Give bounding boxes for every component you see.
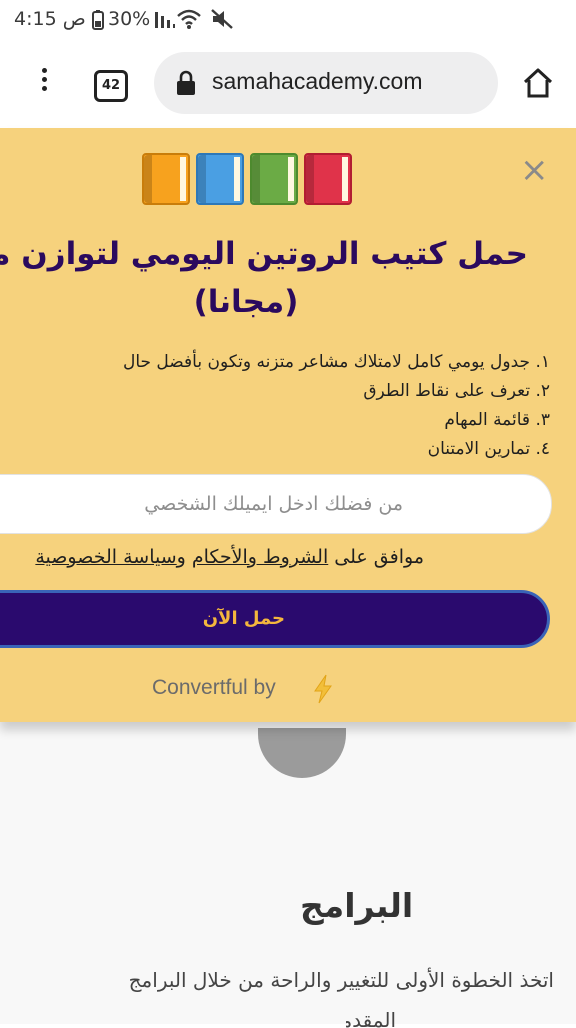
popup-title: حمل كتيب الروتين اليومي لتوازن مشاعرك (0, 236, 528, 272)
powered-by-text[interactable]: Convertful by (152, 676, 276, 700)
home-icon[interactable] (522, 67, 554, 99)
bolt-icon (314, 674, 332, 704)
scroll-button[interactable] (258, 728, 346, 778)
consent-prefix: موافق على (328, 546, 424, 568)
section-paragraph-continued: المقدمة (346, 1008, 396, 1028)
download-button[interactable]: حمل الآن (0, 590, 550, 648)
list-item: ٢. تعرف على نقاط الطرق (363, 381, 550, 401)
privacy-link[interactable]: سياسة الخصوصية (35, 546, 176, 568)
section-heading: البرامج (300, 886, 414, 925)
email-field (0, 474, 552, 534)
list-item: ٣. قائمة المهام (444, 410, 550, 430)
popup-title-free: (مجانا) (193, 284, 299, 320)
mute-icon (211, 9, 233, 29)
green-book (250, 153, 298, 205)
tab-switcher-button[interactable]: 42 (94, 70, 128, 102)
address-bar[interactable]: samahacademy.com (154, 52, 498, 114)
battery-icon (92, 10, 104, 30)
list-item: ١. جدول يومي كامل لامتلاك مشاعر متزنه وت… (122, 352, 550, 372)
consent-text: موافق على الشروط والأحكام وسياسة الخصوصي… (35, 546, 424, 568)
battery-percent: 30% (108, 8, 151, 30)
browser-toolbar: 42 samahacademy.com (0, 38, 576, 129)
blue-book (196, 153, 244, 205)
wifi-icon (177, 9, 201, 29)
list-item: ٤. تمارين الامتنان (427, 439, 550, 459)
signal-icon (155, 12, 175, 28)
section-paragraph: اتخذ الخطوة الأولى للتغيير والراحة من خل… (128, 968, 554, 992)
close-icon[interactable]: × (520, 153, 549, 187)
lock-icon (177, 70, 195, 95)
consent-and: و (176, 546, 192, 568)
status-time: ص 4:15 (14, 8, 86, 30)
menu-dots-icon[interactable] (32, 64, 56, 100)
status-bar: ص 4:15 30% (0, 0, 576, 38)
lead-popup: × حمل كتيب الروتين اليومي لتوازن مشاعرك … (0, 128, 576, 722)
red-book (304, 153, 352, 205)
benefits-list: ١. جدول يومي كامل لامتلاك مشاعر متزنه وت… (30, 348, 550, 464)
terms-link[interactable]: الشروط والأحكام (192, 546, 328, 568)
orange-book (142, 153, 190, 205)
download-button-label: حمل الآن (202, 608, 285, 629)
url-text: samahacademy.com (212, 68, 423, 94)
email-input[interactable] (11, 475, 551, 533)
books-illustration (142, 153, 354, 205)
